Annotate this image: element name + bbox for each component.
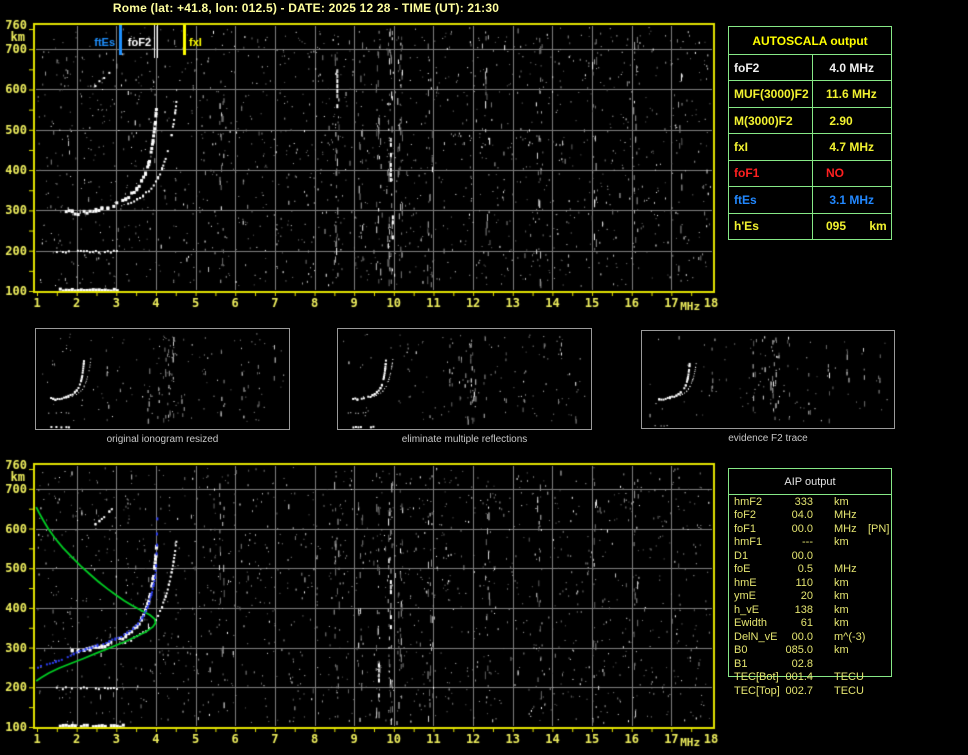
aip-param-value: 001.4 (785, 671, 813, 684)
autoscala-app-screen: Rome (lat: +41.8, lon: 012.5) - DATE: 20… (0, 0, 968, 755)
aip-param-value: 138 (794, 603, 813, 616)
autoscala-table-row: foF1 NO (729, 160, 891, 188)
aip-table-row: hmE 110 km (729, 576, 891, 590)
aip-param-label: hmF2 (734, 495, 763, 508)
autoscala-param-label: M(3000)F2 (729, 107, 813, 134)
aip-param-unit: MHz (834, 563, 857, 576)
autoscala-param-value: 4.0 MHz (826, 60, 875, 75)
aip-param-label: ymE (734, 590, 756, 603)
aip-param-value: 00.0 (791, 630, 813, 643)
thumbnail-caption-evidence: evidence F2 trace (728, 433, 808, 444)
aip-param-unit: MHz (834, 509, 857, 522)
autoscala-rows: foF2 4.0 MHz MUF(3000)F2 11.6 MHz M(3000)F2… (729, 55, 891, 239)
autoscala-param-label: MUF(3000)F2 (729, 81, 813, 107)
aip-param-label: B1 (734, 657, 748, 670)
aip-param-label: hmE (734, 576, 757, 589)
autoscala-param-value: NO (826, 166, 844, 181)
autoscala-param-value: 4.7 MHz (826, 139, 875, 154)
aip-param-unit: TECU (834, 684, 864, 697)
aip-table-row: DelN_vE 00.0 m^(-3) (729, 630, 891, 644)
aip-param-label: DelN_vE (734, 630, 778, 643)
aip-param-label: B0 (734, 644, 748, 657)
aip-param-unit: km (834, 617, 849, 630)
autoscala-table-row: ftEs 3.1 MHz (729, 187, 891, 214)
aip-table-row: B0 085.0 km (729, 644, 891, 658)
aip-param-unit: km (834, 576, 849, 589)
main-ionogram-chart (0, 16, 730, 312)
thumbnail-original-ionogram (35, 328, 290, 430)
autoscala-table-row: M(3000)F2 2.90 (729, 107, 891, 135)
aip-param-unit: km (834, 603, 849, 616)
aip-param-unit: MHz (834, 522, 857, 535)
autoscala-param-label: foF2 (729, 55, 813, 81)
autoscala-param-value: 11.6 MHz (826, 87, 877, 102)
autoscala-table-row: foF2 4.0 MHz (729, 55, 891, 82)
aip-table-row: B1 02.8 (729, 657, 891, 671)
aip-panel-title: AIP output (729, 469, 891, 495)
aip-table-row: ymE 20 km (729, 590, 891, 604)
aip-param-unit: km (834, 495, 849, 508)
aip-param-value: 00.0 (791, 522, 813, 535)
aip-param-value: 085.0 (785, 644, 813, 657)
aip-rows: hmF2 333 km foF2 04.0 MHz foF1 00.0 MHz [PN] hmF1 -… (729, 495, 891, 698)
aip-param-value: 61 (800, 617, 813, 630)
autoscala-param-label: fxI (729, 134, 813, 160)
autoscala-param-label: h'Es (729, 213, 813, 239)
aip-param-value: 0.5 (797, 563, 813, 576)
thumbnail-caption-eliminate: eliminate multiple reflections (401, 434, 528, 445)
aip-param-value: 02.8 (791, 657, 813, 670)
autoscala-panel-title: AUTOSCALA output (729, 27, 891, 55)
aip-param-value: 002.7 (785, 684, 813, 697)
aip-param-label: TEC[Top] (734, 684, 780, 697)
thumbnail-evidence-f2-trace (641, 330, 895, 429)
aip-param-value: 04.0 (791, 509, 813, 522)
autoscala-table-row: fxI 4.7 MHz (729, 134, 891, 161)
aip-table-row: Ewidth 61 km (729, 617, 891, 631)
aip-param-label: foE (734, 563, 751, 576)
aip-output-panel: AIP output hmF2 333 km foF2 04.0 MHz foF1 00.0 M… (728, 468, 892, 697)
aip-table-row: h_vE 138 km (729, 603, 891, 617)
aip-param-label: D1 (734, 549, 749, 562)
page-title: Rome (lat: +41.8, lon: 012.5) - DATE: 20… (112, 1, 500, 15)
aip-param-label: h_vE (734, 603, 760, 616)
aip-param-value: 00.0 (791, 549, 813, 562)
aip-table-row: foE 0.5 MHz (729, 563, 891, 577)
aip-param-value: 20 (800, 590, 813, 603)
thumbnail-eliminate-reflections (337, 328, 592, 430)
aip-table-row: D1 00.0 (729, 549, 891, 563)
thumbnail-caption-original: original ionogram resized (106, 434, 219, 445)
autoscala-param-value: 3.1 MHz (826, 192, 875, 207)
aip-table-row: hmF1 --- km (729, 536, 891, 550)
aip-param-label: TEC[Bot] (734, 671, 779, 684)
aip-table-row: TEC[Top] 002.7 TECU (729, 684, 891, 698)
aip-table-row: hmF2 333 km (729, 495, 891, 509)
aip-param-label: Ewidth (734, 617, 768, 630)
aip-param-unit: m^(-3) (834, 630, 866, 643)
autoscala-output-panel: AUTOSCALA output foF2 4.0 MHz MUF(3000)F2… (728, 26, 892, 240)
aip-param-value: --- (802, 536, 813, 549)
aip-param-note: [PN] (868, 522, 890, 535)
aip-param-unit: TECU (834, 671, 864, 684)
aip-param-unit: km (834, 644, 849, 657)
autoscala-param-label: ftEs (729, 187, 813, 213)
aip-param-unit: km (834, 590, 849, 603)
aip-table-row: foF2 04.0 MHz (729, 509, 891, 523)
aip-param-label: hmF1 (734, 536, 763, 549)
aip-param-label: foF2 (734, 509, 757, 522)
aip-param-label: foF1 (734, 522, 757, 535)
autoscala-param-value: 095 km (826, 219, 887, 234)
autoscala-param-label: foF1 (729, 160, 813, 187)
aip-param-unit: km (834, 536, 849, 549)
aip-table-row: TEC[Bot] 001.4 TECU (729, 671, 891, 685)
aip-param-value: 333 (794, 495, 813, 508)
aip-table-row: foF1 00.0 MHz [PN] (729, 522, 891, 536)
autoscala-table-row: h'Es 095 km (729, 213, 891, 239)
profile-ionogram-chart (0, 455, 730, 755)
autoscala-param-value: 2.90 (826, 113, 853, 128)
autoscala-table-row: MUF(3000)F2 11.6 MHz (729, 81, 891, 108)
aip-param-value: 110 (795, 576, 813, 589)
